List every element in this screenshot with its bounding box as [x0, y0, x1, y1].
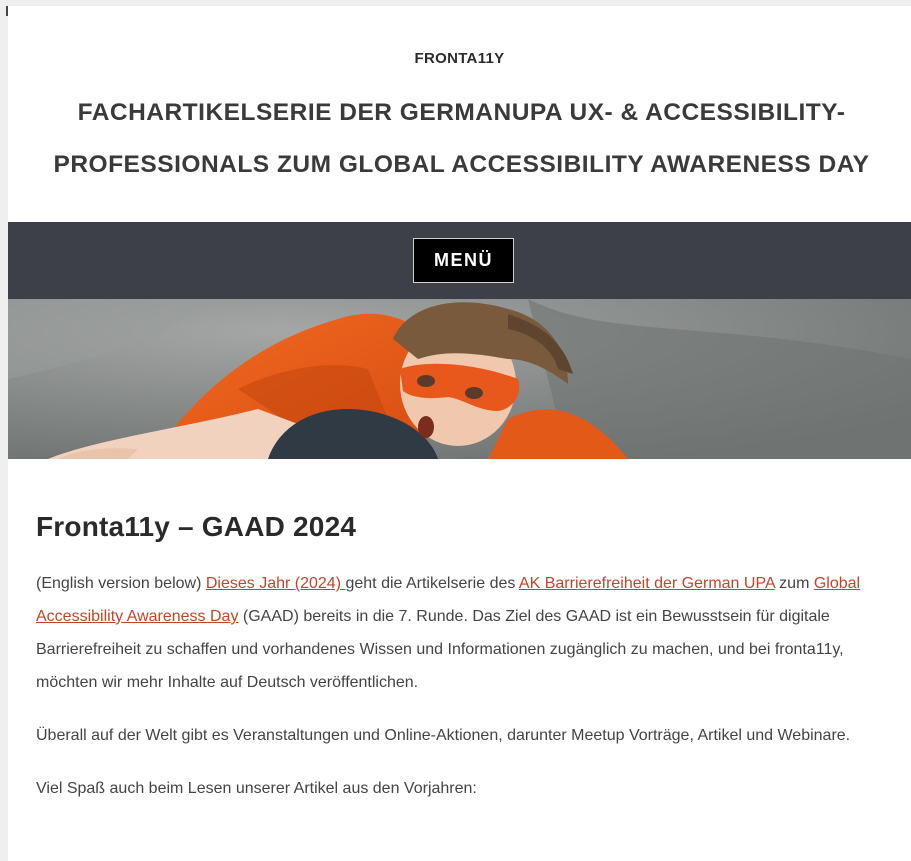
link-ak-barrierefreiheit[interactable]: AK Barrierefreiheit der German UPA	[519, 575, 775, 592]
intro-paragraph: (English version below) Dieses Jahr (202…	[36, 567, 896, 699]
site-description-line-1: FACHARTIKELSERIE DER GERMANUPA UX- & ACC…	[77, 99, 846, 126]
site-header: FRONTA11Y FACHARTIKELSERIE DER GERMANUPA…	[8, 6, 911, 191]
main-navigation: MENÜ	[8, 222, 911, 299]
page: FRONTA11Y FACHARTIKELSERIE DER GERMANUPA…	[8, 6, 911, 861]
intro-text-3: zum	[774, 575, 814, 592]
site-description-line-2: PROFESSIONALS ZUM GLOBAL ACCESSIBILITY A…	[53, 151, 870, 178]
main-content: Fronta11y – GAAD 2024 (English version b…	[36, 511, 896, 805]
window-edge	[0, 0, 8, 861]
site-description: FACHARTIKELSERIE DER GERMANUPA UX- & ACC…	[8, 87, 911, 191]
events-paragraph: Überall auf der Welt gibt es Veranstaltu…	[36, 727, 851, 744]
site-title[interactable]: FRONTA11Y	[8, 50, 911, 67]
link-dieses-jahr[interactable]: Dieses Jahr (2024)	[206, 575, 346, 592]
intro-text-1: (English version below)	[36, 575, 206, 592]
hero-image	[8, 299, 911, 459]
menu-button[interactable]: MENÜ	[413, 238, 514, 283]
article-body: (English version below) Dieses Jahr (202…	[36, 567, 896, 805]
previous-years-paragraph: Viel Spaß auch beim Lesen unserer Artike…	[36, 780, 477, 797]
hero-illustration	[8, 299, 911, 459]
article-title: Fronta11y – GAAD 2024	[36, 511, 357, 542]
intro-text-2: geht die Artikelserie des	[345, 575, 519, 592]
